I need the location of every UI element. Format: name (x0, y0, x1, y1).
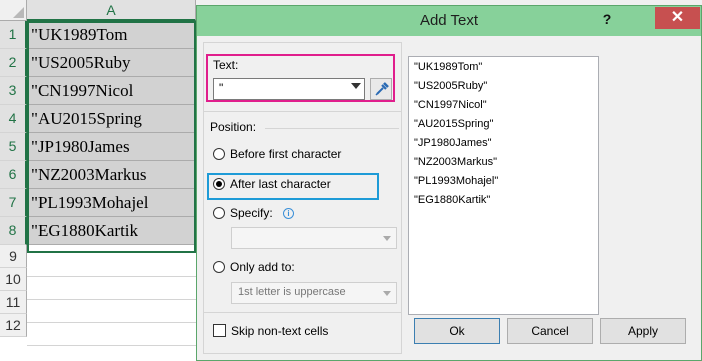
row-headers: 1 2 3 4 5 6 7 8 9 10 11 12 (0, 21, 27, 337)
info-icon[interactable]: i (283, 208, 294, 219)
only-add-to-combo[interactable]: 1st letter is uppercase (231, 282, 397, 304)
cell-a4[interactable]: "AU2015Spring (27, 105, 196, 133)
list-item: "CN1997Nicol" (414, 99, 487, 111)
radio-before-first[interactable] (213, 148, 225, 160)
row-header[interactable]: 6 (0, 161, 27, 189)
skip-non-text-label[interactable]: Skip non-text cells (231, 324, 328, 338)
text-label: Text: (213, 58, 239, 72)
chevron-down-icon[interactable] (383, 236, 391, 241)
apply-button[interactable]: Apply (600, 318, 686, 344)
section-divider (203, 312, 402, 313)
row-header[interactable]: 2 (0, 49, 27, 77)
after-last-label[interactable]: After last character (230, 177, 331, 191)
chevron-down-icon[interactable] (351, 83, 361, 89)
column-a-cells: "UK1989Tom "US2005Ruby "CN1997Nicol "AU2… (27, 21, 196, 245)
only-add-to-label[interactable]: Only add to: (230, 260, 295, 274)
list-item: "EG1880Kartik" (414, 194, 491, 206)
dialog-titlebar[interactable]: Add Text ? ✕ (197, 6, 701, 36)
only-add-to-value: 1st letter is uppercase (238, 286, 346, 298)
list-item: "PL1993Mohajel" (414, 175, 499, 187)
row-header[interactable]: 5 (0, 133, 27, 161)
specify-position-combo[interactable] (231, 227, 397, 249)
cancel-button[interactable]: Cancel (507, 318, 593, 344)
radio-after-last[interactable] (213, 178, 225, 190)
text-input-combo[interactable]: " (213, 78, 365, 100)
position-label: Position: (210, 120, 257, 134)
before-first-label[interactable]: Before first character (230, 147, 341, 161)
cell-a5[interactable]: "JP1980James (27, 133, 196, 161)
radio-only-add-to[interactable] (213, 261, 225, 273)
cell-a6[interactable]: "NZ2003Markus (27, 161, 196, 189)
row-header[interactable]: 10 (0, 268, 27, 291)
radio-specify[interactable] (213, 207, 225, 219)
cell-a3[interactable]: "CN1997Nicol (27, 77, 196, 105)
list-item: "NZ2003Markus" (414, 156, 498, 168)
list-item: "AU2015Spring" (414, 118, 494, 130)
cell-a1[interactable]: "UK1989Tom (27, 21, 196, 49)
add-text-dialog: Add Text ? ✕ Text: " Position: Before fi… (196, 5, 702, 361)
row-header[interactable]: 11 (0, 291, 27, 314)
section-divider (203, 111, 402, 112)
skip-non-text-checkbox[interactable] (213, 324, 226, 337)
position-group-line (265, 128, 399, 129)
select-all-corner[interactable] (0, 0, 27, 21)
column-header-a[interactable]: A (27, 0, 196, 21)
cell-a8[interactable]: "EG1880Kartik (27, 217, 196, 245)
dialog-title: Add Text (419, 12, 479, 29)
help-button[interactable]: ? (594, 8, 620, 30)
row-header[interactable]: 8 (0, 217, 27, 245)
row-header[interactable]: 7 (0, 189, 27, 217)
cell-a2[interactable]: "US2005Ruby (27, 49, 196, 77)
preview-list[interactable]: "UK1989Tom" "US2005Ruby" "CN1997Nicol" "… (408, 56, 599, 315)
pick-character-button[interactable] (370, 78, 392, 100)
row-header[interactable]: 4 (0, 105, 27, 133)
cell-a7[interactable]: "PL1993Mohajel (27, 189, 196, 217)
row-header[interactable]: 3 (0, 77, 27, 105)
close-button[interactable]: ✕ (655, 7, 700, 29)
row-header[interactable]: 12 (0, 314, 27, 337)
list-item: "US2005Ruby" (414, 80, 488, 92)
chevron-down-icon[interactable] (383, 291, 391, 296)
list-item: "JP1980James" (414, 137, 492, 149)
eyedropper-icon (375, 82, 389, 96)
row-header[interactable]: 1 (0, 21, 27, 49)
list-item: "UK1989Tom" (414, 61, 483, 73)
row-header[interactable]: 9 (0, 245, 27, 268)
text-input-value: " (219, 81, 224, 95)
specify-label[interactable]: Specify: (230, 206, 273, 220)
ok-button[interactable]: Ok (414, 318, 500, 344)
